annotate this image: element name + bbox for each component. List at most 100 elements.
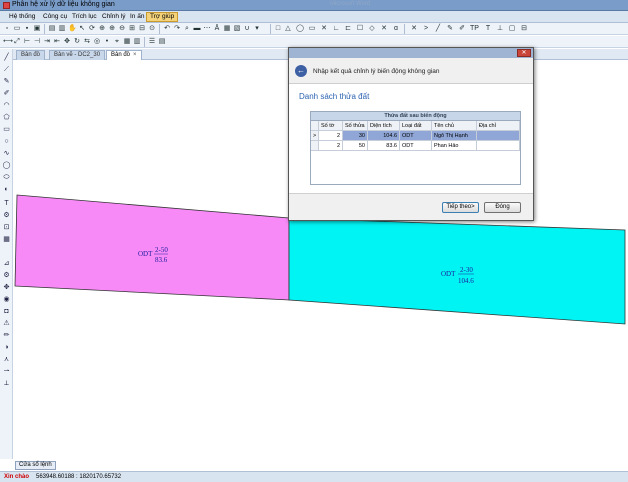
pin-icon[interactable]: ⊥: [496, 25, 504, 33]
zoom-extent-icon[interactable]: ⊕: [98, 25, 106, 33]
save-icon[interactable]: ▪: [23, 25, 31, 33]
menu-trich-luc[interactable]: Trích lục: [72, 13, 97, 20]
trim-tool-icon[interactable]: ⟂: [2, 379, 11, 388]
fill-tool-icon[interactable]: ◐: [2, 185, 11, 194]
chart-icon[interactable]: ▥: [133, 38, 141, 46]
select-icon[interactable]: ↖: [78, 25, 86, 33]
scale-icon[interactable]: ⊟: [520, 25, 528, 33]
text-icon[interactable]: Ā: [213, 25, 221, 33]
col-header-so-thua[interactable]: Số thửa: [343, 121, 368, 131]
diamond-icon[interactable]: ◇: [368, 25, 376, 33]
box-icon[interactable]: ☐: [356, 25, 364, 33]
eraser-tool-icon[interactable]: ✐: [2, 89, 11, 98]
pencil-icon[interactable]: ✐: [458, 25, 466, 33]
menu-in-an[interactable]: In ấn: [130, 13, 144, 20]
zoom-icon[interactable]: ⌕: [183, 25, 191, 33]
dropdown-icon[interactable]: ▾: [253, 25, 261, 33]
zoom-previous-icon[interactable]: ⊟: [138, 25, 146, 33]
magnet-icon[interactable]: ∪: [243, 25, 251, 33]
warning-tool-icon[interactable]: ⚠: [2, 319, 11, 328]
refresh-icon[interactable]: ⟳: [88, 25, 96, 33]
command-window-tab[interactable]: Cửa sổ lệnh: [15, 461, 56, 470]
split-icon[interactable]: ⊢: [23, 38, 31, 46]
col-header-ten-chu[interactable]: Tên chủ: [432, 121, 477, 131]
cell-ten-chu[interactable]: Phan Hảo: [432, 141, 477, 151]
node-tool-icon[interactable]: ⋏: [2, 355, 11, 364]
fill-icon[interactable]: ▦: [223, 25, 231, 33]
node-icon[interactable]: ⊏: [344, 25, 352, 33]
ellipse-icon[interactable]: ◯: [296, 25, 304, 33]
cell-so-thua[interactable]: 30: [343, 131, 368, 141]
menu-cong-cu[interactable]: Công cụ: [43, 13, 67, 20]
col-header-so-to[interactable]: Số tờ: [319, 121, 343, 131]
rectangle-tool-icon[interactable]: ▭: [2, 125, 11, 134]
offset-icon[interactable]: ⇥: [43, 38, 51, 46]
row-marker[interactable]: [311, 141, 319, 151]
text-t-icon[interactable]: T: [484, 25, 492, 33]
tab-close-icon[interactable]: ×: [133, 52, 137, 58]
triangle-icon[interactable]: △: [284, 25, 292, 33]
text-tp-icon[interactable]: TP: [470, 25, 479, 33]
circle-tool-icon[interactable]: ○: [2, 137, 11, 146]
close-shape-icon[interactable]: ✕: [380, 25, 388, 33]
polyline-tool-icon[interactable]: ⟋: [2, 65, 11, 74]
target-icon[interactable]: ◎: [93, 38, 101, 46]
rounded-rect-icon[interactable]: ▭: [308, 25, 316, 33]
cell-dien-tich[interactable]: 104.6: [368, 131, 400, 141]
list-icon[interactable]: ☰: [148, 38, 156, 46]
close-button[interactable]: Đóng: [484, 202, 521, 213]
ellipse-tool-icon[interactable]: ⬭: [2, 173, 11, 182]
col-header-dia-chi[interactable]: Địa chỉ: [477, 121, 520, 131]
parcel-grid[interactable]: Thửa đất sau biến động Số tờ Số thửa Diệ…: [310, 111, 521, 185]
open-icon[interactable]: ▭: [13, 25, 21, 33]
menu-tro-giup[interactable]: Trợ giúp: [146, 12, 179, 22]
back-arrow-icon[interactable]: ←: [295, 65, 307, 77]
arc-tool-icon[interactable]: ◠: [2, 101, 11, 110]
undo-icon[interactable]: ↶: [163, 25, 171, 33]
measure-icon[interactable]: ⋯: [203, 25, 211, 33]
cell-ten-chu[interactable]: Ngô Thị Hạnh: [432, 131, 477, 141]
preview-icon[interactable]: ▥: [58, 25, 66, 33]
brush-icon[interactable]: ✎: [446, 25, 454, 33]
polygon-tool-icon[interactable]: ⬠: [2, 113, 11, 122]
table-icon[interactable]: ▦: [123, 38, 131, 46]
ruler-icon[interactable]: ▬: [193, 25, 201, 33]
merge-icon[interactable]: ⊣: [33, 38, 41, 46]
measure-line-icon[interactable]: ⟷: [3, 38, 13, 46]
lock-tool-icon[interactable]: ⊡: [2, 223, 11, 232]
curve-tool-icon[interactable]: ∿: [2, 149, 11, 158]
rotate-icon[interactable]: ↻: [73, 38, 81, 46]
cross-icon[interactable]: ✕: [320, 25, 328, 33]
col-header-dien-tich[interactable]: Diện tích: [368, 121, 400, 131]
menu-chinh-ly[interactable]: Chỉnh lý: [102, 13, 125, 20]
tab-ban-ve-dc2-30[interactable]: Bản vẽ - DC2_30: [49, 50, 106, 60]
vertex-icon[interactable]: ⌖: [113, 38, 121, 46]
pencil-tool-icon[interactable]: ✎: [2, 77, 11, 86]
tab-ban-do-1[interactable]: Bản đồ: [16, 50, 46, 60]
vertex-edit-icon[interactable]: ⊿: [2, 259, 11, 268]
arrow-tool-icon[interactable]: ⇀: [2, 367, 11, 376]
hatch-tool-icon[interactable]: ▦: [2, 235, 11, 244]
menu-he-thong[interactable]: Hệ thống: [9, 13, 35, 20]
next-button[interactable]: Tiếp theo>: [442, 202, 479, 213]
new-icon[interactable]: ▫: [3, 25, 11, 33]
zoom-window-icon[interactable]: ⊞: [128, 25, 136, 33]
zoom-out-icon[interactable]: ⊖: [118, 25, 126, 33]
frame-icon[interactable]: ▢: [508, 25, 516, 33]
label-tool-icon[interactable]: ⚙: [2, 211, 11, 220]
cell-dia-chi[interactable]: [477, 141, 520, 151]
redo-icon[interactable]: ↷: [173, 25, 181, 33]
grid-icon[interactable]: ▤: [158, 38, 166, 46]
cell-so-thua[interactable]: 50: [343, 141, 368, 151]
resize-icon[interactable]: ⤢: [13, 38, 21, 46]
cell-so-to[interactable]: 2: [319, 141, 343, 151]
paint-tool-icon[interactable]: ◑: [2, 343, 11, 352]
save-all-icon[interactable]: ▣: [33, 25, 41, 33]
snap-icon[interactable]: ɑ: [392, 25, 400, 33]
move-icon[interactable]: ✥: [63, 38, 71, 46]
dialog-close-icon[interactable]: ✕: [517, 49, 531, 57]
text-tool-icon[interactable]: T: [2, 199, 11, 208]
point-icon[interactable]: •: [103, 38, 111, 46]
mirror-icon[interactable]: ⇆: [83, 38, 91, 46]
bucket-tool-icon[interactable]: ◉: [2, 295, 11, 304]
